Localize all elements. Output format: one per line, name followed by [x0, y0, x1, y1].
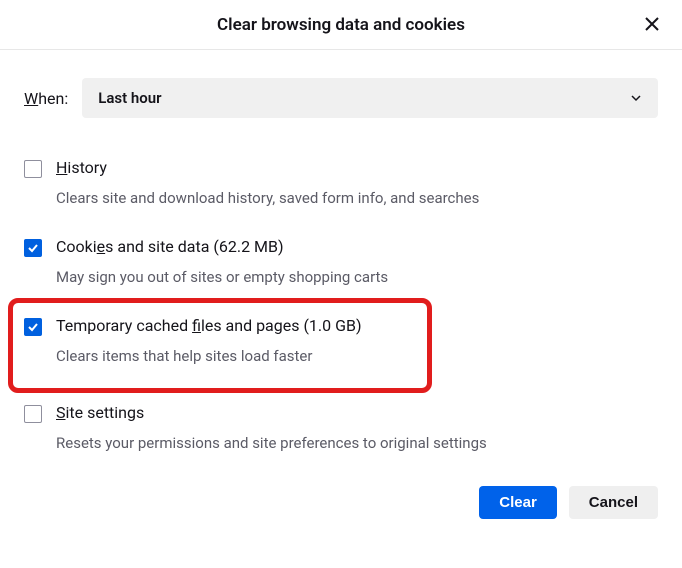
option-cookies-desc: May sign you out of sites or empty shopp…: [56, 268, 658, 286]
checkbox-cache[interactable]: [24, 318, 42, 336]
option-cache: Temporary cached files and pages (1.0 GB…: [24, 312, 658, 391]
option-site-settings: Site settings Resets your permissions an…: [24, 391, 658, 478]
close-icon: [644, 16, 660, 32]
option-cache-label[interactable]: Temporary cached files and pages (1.0 GB…: [56, 316, 362, 335]
dialog-footer: Clear Cancel: [0, 478, 682, 531]
dropdown-value: Last hour: [98, 89, 161, 107]
option-cache-text: Temporary cached files and pages (1.0 GB…: [56, 316, 658, 365]
chevron-down-icon: [630, 92, 642, 104]
checkbox-cookies[interactable]: [24, 239, 42, 257]
cancel-button[interactable]: Cancel: [569, 486, 658, 519]
option-history-desc: Clears site and download history, saved …: [56, 189, 658, 207]
option-site-settings-text: Site settings Resets your permissions an…: [56, 403, 658, 452]
option-cache-desc: Clears items that help sites load faster: [56, 347, 658, 365]
option-history: History Clears site and download history…: [24, 154, 658, 233]
option-cookies-label[interactable]: Cookies and site data (62.2 MB): [56, 237, 284, 256]
when-label: When:: [24, 89, 68, 108]
dialog-header: Clear browsing data and cookies: [0, 0, 682, 50]
time-range-dropdown[interactable]: Last hour: [82, 78, 658, 118]
option-history-label[interactable]: History: [56, 158, 107, 177]
clear-button[interactable]: Clear: [479, 486, 557, 519]
when-row: When: Last hour: [24, 78, 658, 118]
checkbox-history[interactable]: [24, 160, 42, 178]
option-cookies-text: Cookies and site data (62.2 MB) May sign…: [56, 237, 658, 286]
option-site-settings-desc: Resets your permissions and site prefere…: [56, 434, 658, 452]
dialog-title: Clear browsing data and cookies: [217, 15, 465, 35]
checkbox-site-settings[interactable]: [24, 405, 42, 423]
dialog-body: When: Last hour History Clears site and …: [0, 78, 682, 478]
option-cookies: Cookies and site data (62.2 MB) May sign…: [24, 233, 658, 312]
option-site-settings-label[interactable]: Site settings: [56, 403, 144, 422]
close-button[interactable]: [638, 10, 666, 38]
option-history-text: History Clears site and download history…: [56, 158, 658, 207]
